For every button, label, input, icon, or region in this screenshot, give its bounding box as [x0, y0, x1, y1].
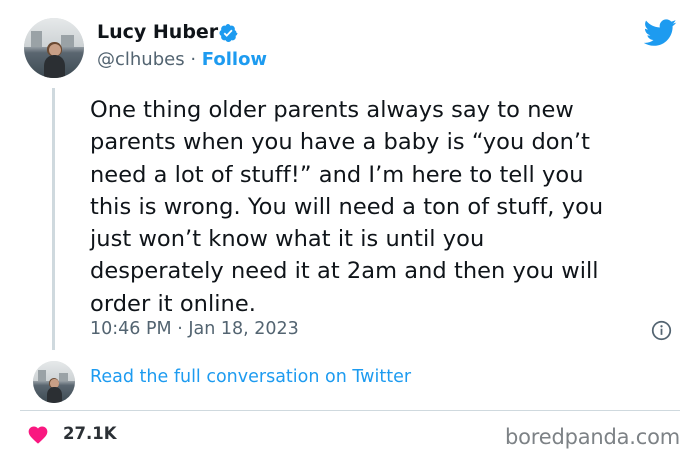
separator-dot: · [190, 49, 197, 70]
author-handle-row: @clhubes · Follow [97, 49, 267, 70]
thread-line [52, 88, 55, 350]
like-count: 27.1K [63, 424, 117, 443]
heart-icon[interactable] [27, 424, 49, 444]
verified-badge-icon [219, 24, 238, 42]
divider [20, 410, 680, 411]
tweet-timestamp[interactable]: 10:46 PM · Jan 18, 2023 [90, 319, 299, 339]
info-icon[interactable] [651, 320, 672, 341]
tweet-line: desperately need it at 2am and then you … [90, 258, 599, 285]
tweet-line: this is wrong. You will need a ton of st… [90, 193, 604, 220]
tweet-line: parents when you have a baby is “you don… [90, 129, 591, 156]
author-avatar-small[interactable] [33, 361, 75, 403]
tweet-line: order it online. [90, 290, 256, 317]
watermark: boredpanda.com [505, 425, 681, 449]
author-avatar[interactable] [24, 18, 84, 78]
tweet-text: One thing older parents always say to ne… [90, 94, 680, 320]
follow-button[interactable]: Follow [202, 49, 267, 70]
author-name[interactable]: Lucy Huber [97, 21, 218, 43]
tweet-line: need a lot of stuff!” and I’m here to te… [90, 161, 584, 188]
tweet-line: just won’t know what it is until you [90, 226, 485, 253]
tweet-line: One thing older parents always say to ne… [90, 97, 574, 123]
author-handle[interactable]: @clhubes [97, 49, 185, 70]
read-conversation-link[interactable]: Read the full conversation on Twitter [90, 367, 411, 387]
twitter-bird-icon[interactable] [644, 18, 677, 48]
